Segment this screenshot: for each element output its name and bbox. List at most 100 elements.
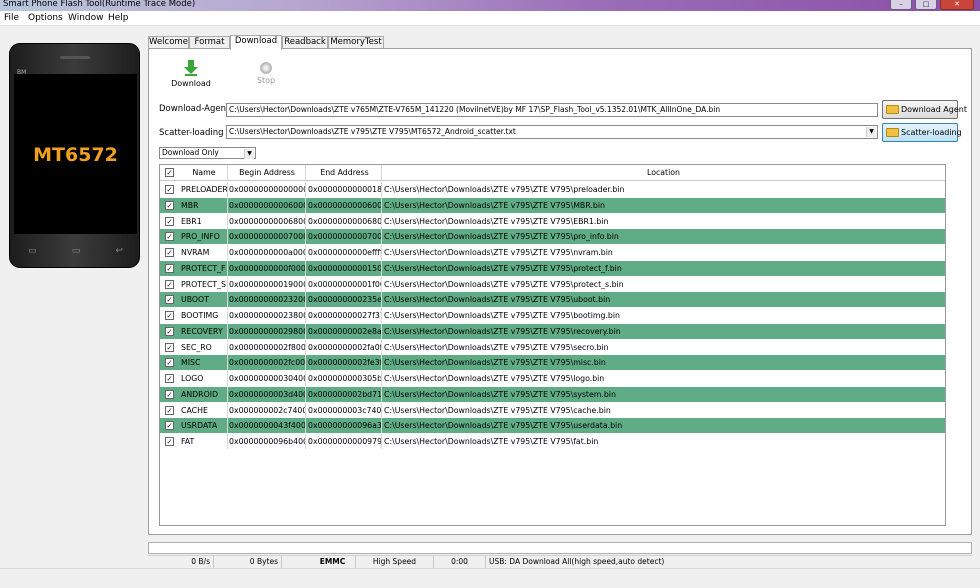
table-row[interactable]: ✓MISC0x0000000002fc00000x0000000002fe3ff… [160,355,945,371]
file-location[interactable]: C:\Users\Hector\Downloads\ZTE v795\ZTE V… [382,324,945,339]
partition-name: MISC [177,355,228,371]
partition-name: PROTECT_F [177,260,228,276]
row-checkbox[interactable]: ✓ [165,279,174,289]
status-message: USB: DA Download All(high speed,auto det… [489,557,665,566]
begin-address: 0x0000000000a00000 [228,245,306,260]
table-row[interactable]: ✓BOOTIMG0x00000000023800000x00000000027f… [160,308,945,323]
close-button[interactable]: ✕ [940,0,974,10]
scatter-path-combobox[interactable]: C:\Users\Hector\Downloads\ZTE v795\ZTE V… [226,125,878,139]
table-row[interactable]: ✓PRO_INFO0x00000000007000000x00000000007… [160,229,945,245]
table-row[interactable]: ✓LOGO0x00000000030400000x000000000305bff… [160,371,945,386]
table-row[interactable]: ✓MBR0x00000000006000000x00000000006007ff… [160,197,945,213]
select-all-checkbox[interactable]: ✓ [165,168,174,177]
row-checkbox[interactable]: ✓ [165,374,174,383]
scatter-loading-button-label: Scatter-loading [901,128,962,137]
menu-options[interactable]: Options [28,13,63,23]
table-row[interactable]: ✓USRDATA0x0000000043f400000x00000000096a… [160,418,945,434]
file-location[interactable]: C:\Users\Hector\Downloads\ZTE v795\ZTE V… [382,182,945,197]
partition-name: UBOOT [177,292,228,308]
begin-address: 0x0000000003040000 [228,371,306,386]
begin-address: 0x0000000001900000 [228,276,306,292]
file-location[interactable]: C:\Users\Hector\Downloads\ZTE v795\ZTE V… [382,261,945,276]
row-checkbox[interactable]: ✓ [165,200,174,210]
file-location[interactable]: C:\Users\Hector\Downloads\ZTE v795\ZTE V… [382,245,945,260]
folder-icon [886,105,899,114]
file-location[interactable]: C:\Users\Hector\Downloads\ZTE v795\ZTE V… [382,229,945,244]
file-location[interactable]: C:\Users\Hector\Downloads\ZTE v795\ZTE V… [382,418,945,433]
table-row[interactable]: ✓FAT0x0000000096b400000x000000000097968f… [160,434,945,449]
download-arrow-icon [183,60,199,76]
table-row[interactable]: ✓SEC_RO0x0000000002f800000x0000000002fa0… [160,339,945,355]
begin-address: 0x0000000000600000 [228,197,306,213]
file-location[interactable]: C:\Users\Hector\Downloads\ZTE v795\ZTE V… [382,214,945,229]
end-address: 0x00000000000184cf [306,182,382,197]
begin-address: 0x0000000000f00000 [228,260,306,276]
table-row[interactable]: ✓PROTECT_S0x00000000019000000x0000000000… [160,276,945,292]
row-checkbox[interactable]: ✓ [165,216,174,226]
table-row[interactable]: ✓NVRAM0x0000000000a000000x0000000000efff… [160,245,945,260]
row-checkbox[interactable]: ✓ [165,342,174,352]
partition-name: PRELOADER [177,182,228,197]
end-address: 0x00000000007007ff [306,229,382,245]
partition-name: BOOTIMG [177,308,228,323]
file-location[interactable]: C:\Users\Hector\Downloads\ZTE v795\ZTE V… [382,292,945,307]
table-row[interactable]: ✓ANDROID0x0000000003d400000x000000002bd7… [160,386,945,402]
end-address: 0x0000000000efffff [306,245,382,260]
row-checkbox[interactable]: ✓ [165,295,174,305]
title-bar: Smart Phone Flash Tool(Runtime Trace Mod… [0,0,980,11]
download-button[interactable]: Download [170,60,212,88]
menu-file[interactable]: File [4,13,19,23]
row-checkbox[interactable]: ✓ [165,358,174,368]
menu-window[interactable]: Window [68,13,104,23]
table-row[interactable]: ✓PRELOADER0x00000000000000000x0000000000… [160,182,945,197]
table-row[interactable]: ✓UBOOT0x00000000023200000x000000000235ef… [160,292,945,308]
menu-help[interactable]: Help [108,13,129,23]
row-checkbox[interactable]: ✓ [165,437,174,446]
scatter-loading-button[interactable]: Scatter-loading [882,123,962,142]
end-address: 0x000000002bd717ff [306,386,382,402]
stop-button[interactable]: Stop [248,60,284,85]
partition-name: PROTECT_S [177,276,228,292]
row-checkbox[interactable]: ✓ [165,389,174,399]
status-speed: 0 B/s [148,556,214,568]
file-location[interactable]: C:\Users\Hector\Downloads\ZTE v795\ZTE V… [382,371,945,386]
partition-name: SEC_RO [177,339,228,355]
partition-name: ANDROID [177,386,228,402]
chevron-down-icon[interactable]: ▼ [244,149,254,159]
folder-icon [886,128,899,137]
row-checkbox[interactable]: ✓ [165,232,174,242]
download-mode-select[interactable]: Download Only ▼ [159,147,256,159]
maximize-button[interactable]: □ [915,0,937,10]
begin-address: 0x0000000000000000 [228,182,306,197]
header-location: Location [647,168,680,177]
begin-address: 0x0000000002fc0000 [228,355,306,371]
file-location[interactable]: C:\Users\Hector\Downloads\ZTE v795\ZTE V… [382,403,945,418]
partition-name: FAT [177,434,228,449]
table-row[interactable]: ✓EBR10x00000000006800000x00000000006807f… [160,213,945,229]
file-location[interactable]: C:\Users\Hector\Downloads\ZTE v795\ZTE V… [382,198,945,213]
row-checkbox[interactable]: ✓ [165,185,174,194]
row-checkbox[interactable]: ✓ [165,405,174,415]
minimize-button[interactable]: – [890,0,912,10]
file-location[interactable]: C:\Users\Hector\Downloads\ZTE v795\ZTE V… [382,355,945,370]
download-agent-button[interactable]: Download Agent [882,100,967,119]
table-row[interactable]: ✓RECOVERY0x00000000029800000x0000000002e… [160,323,945,339]
row-checkbox[interactable]: ✓ [165,311,174,320]
row-checkbox[interactable]: ✓ [165,326,174,336]
download-agent-path-field[interactable]: C:\Users\Hector\Downloads\ZTE v765M\ZTE-… [226,103,878,117]
file-location[interactable]: C:\Users\Hector\Downloads\ZTE v795\ZTE V… [382,387,945,402]
row-checkbox[interactable]: ✓ [165,248,174,257]
table-header: ✓ Name Begin Address End Address Locatio… [160,165,945,181]
table-row[interactable]: ✓PROTECT_F0x0000000000f000000x0000000000… [160,260,945,276]
table-row[interactable]: ✓CACHE0x000000002c7400000x000000003c7407… [160,402,945,418]
end-address: 0x000000000305bfff [306,371,382,386]
file-location[interactable]: C:\Users\Hector\Downloads\ZTE v795\ZTE V… [382,308,945,323]
tab-download[interactable]: Download [230,35,282,50]
file-location[interactable]: C:\Users\Hector\Downloads\ZTE v795\ZTE V… [382,434,945,449]
chevron-down-icon[interactable]: ▼ [866,127,876,137]
header-name: Name [177,165,228,180]
row-checkbox[interactable]: ✓ [165,263,174,273]
row-checkbox[interactable]: ✓ [165,421,174,431]
file-location[interactable]: C:\Users\Hector\Downloads\ZTE v795\ZTE V… [382,277,945,292]
file-location[interactable]: C:\Users\Hector\Downloads\ZTE v795\ZTE V… [382,340,945,355]
